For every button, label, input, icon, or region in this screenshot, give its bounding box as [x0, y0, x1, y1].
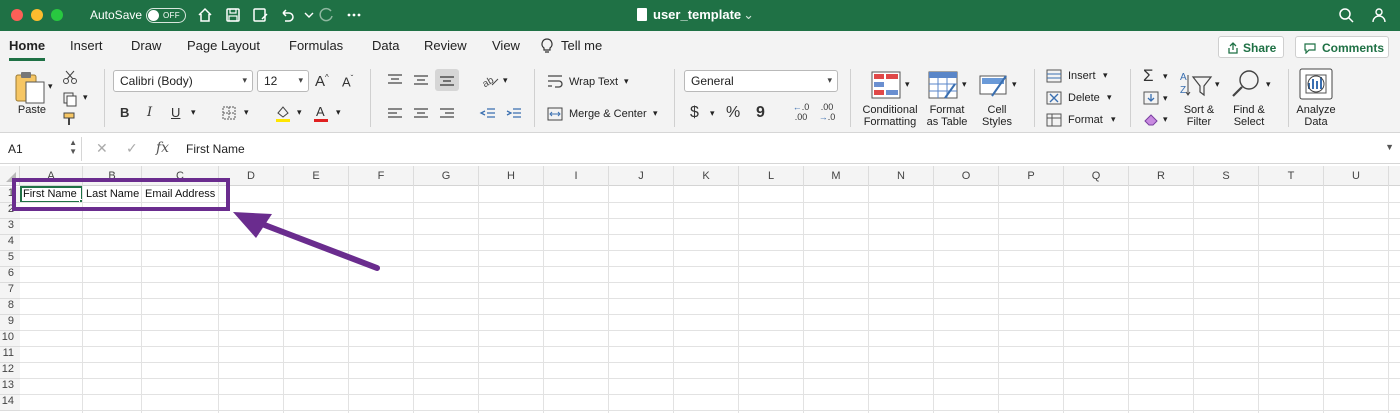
- annotation-arrow: [233, 212, 380, 271]
- arrow-shaft: [259, 221, 380, 271]
